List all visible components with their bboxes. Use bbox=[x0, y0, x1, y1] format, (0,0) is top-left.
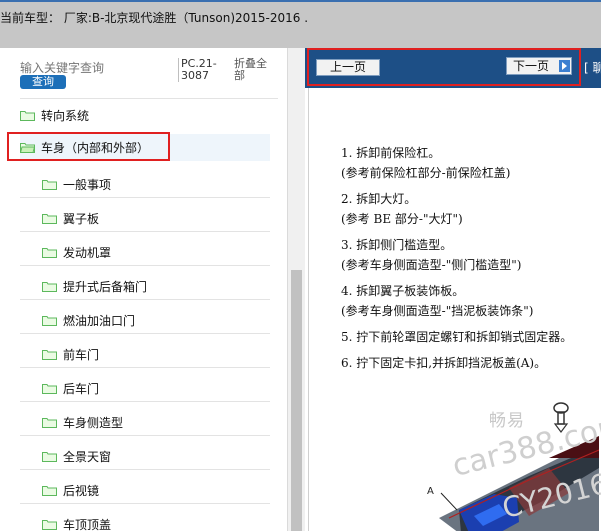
step-text: 2. 拆卸大灯。 bbox=[341, 192, 417, 206]
tree-child-label: 提升式后备箱门 bbox=[63, 279, 148, 294]
tree-child-label: 前车门 bbox=[63, 347, 100, 362]
step-text: 1. 拆卸前保险杠。 bbox=[341, 146, 441, 160]
tree-child-roof-cover[interactable]: 车顶顶盖 bbox=[20, 511, 270, 531]
tree-child-rear-door[interactable]: 后车门 bbox=[20, 375, 270, 402]
callout-label: A bbox=[427, 486, 434, 497]
next-page-label: 下一页 bbox=[513, 59, 550, 73]
step-text: 3. 拆卸侧门槛造型。 bbox=[341, 238, 453, 252]
pc-code-label: PC.21-3087 bbox=[178, 58, 221, 82]
tree-child-label: 后车门 bbox=[63, 381, 100, 396]
tree-child-label: 后视镜 bbox=[63, 483, 100, 498]
current-model-title: 当前车型： 厂家:B-北京现代途胜（Tunson)2015-2016 . bbox=[0, 11, 309, 25]
folder-open-icon bbox=[20, 143, 35, 153]
tree-child-label: 车身侧造型 bbox=[63, 415, 124, 430]
tree-child-body-side-molding[interactable]: 车身侧造型 bbox=[20, 409, 270, 436]
step-sub: (参考前保险杠部分-前保险杠盖) bbox=[341, 166, 511, 180]
next-page-button[interactable]: 下一页 bbox=[506, 57, 572, 75]
left-panel: 查询 PC.21-3087 折叠全部 转向系统 车身（内部和外部） 一般事项 翼… bbox=[0, 48, 305, 531]
folder-icon bbox=[42, 519, 57, 530]
divider bbox=[20, 98, 278, 99]
search-button[interactable]: 查询 bbox=[20, 75, 66, 89]
tree-child-general[interactable]: 一般事项 bbox=[20, 171, 270, 198]
document-panel: 上一页 下一页 [ 聊 1. 拆卸前保险杠。 (参考前保险杠部分-前保险杠盖) … bbox=[305, 48, 601, 531]
folder-icon bbox=[42, 247, 57, 258]
prev-page-button[interactable]: 上一页 bbox=[316, 59, 380, 76]
tree-child-label: 一般事项 bbox=[63, 177, 112, 192]
step-text: 5. 拧下前轮罩固定螺钉和拆卸销式固定器。 bbox=[341, 330, 573, 344]
tree-child-front-door[interactable]: 前车门 bbox=[20, 341, 270, 368]
tree-child-label: 翼子板 bbox=[63, 211, 100, 226]
tree-child-label: 全景天窗 bbox=[63, 449, 112, 464]
tree-child-liftgate[interactable]: 提升式后备箱门 bbox=[20, 273, 270, 300]
folder-icon bbox=[42, 315, 57, 326]
document-content: 1. 拆卸前保险杠。 (参考前保险杠部分-前保险杠盖) 2. 拆卸大灯。 (参考… bbox=[308, 88, 601, 531]
side-label: [ 聊 bbox=[584, 61, 601, 75]
folder-icon bbox=[42, 349, 57, 360]
tree-item-body[interactable]: 车身（内部和外部） bbox=[20, 134, 270, 161]
tree-child-panoramic-sunroof[interactable]: 全景天窗 bbox=[20, 443, 270, 470]
folder-icon bbox=[42, 485, 57, 496]
folder-icon bbox=[20, 111, 35, 121]
step-item: 1. 拆卸前保险杠。 (参考前保险杠部分-前保险杠盖) bbox=[341, 144, 510, 181]
search-input[interactable] bbox=[20, 60, 170, 76]
search-box bbox=[20, 60, 170, 76]
step-item: 5. 拧下前轮罩固定螺钉和拆卸销式固定器。 bbox=[341, 328, 572, 345]
scrollbar-thumb[interactable] bbox=[291, 270, 302, 531]
tree-child-mirror[interactable]: 后视镜 bbox=[20, 477, 270, 504]
tree-child-fuel-door[interactable]: 燃油加油口门 bbox=[20, 307, 270, 334]
tree-item-label: 车身（内部和外部） bbox=[41, 141, 150, 155]
step-text: 6. 拧下固定卡扣,并拆卸挡泥板盖(A)。 bbox=[341, 356, 547, 370]
step-sub: (参考 BE 部分-"大灯") bbox=[341, 212, 463, 226]
watermark-text: 畅易 bbox=[489, 411, 525, 431]
tree-item-steering[interactable]: 转向系统 bbox=[20, 102, 270, 129]
folder-icon bbox=[42, 281, 57, 292]
folder-icon bbox=[42, 451, 57, 462]
collapse-all-link[interactable]: 折叠全部 bbox=[234, 58, 272, 82]
step-item: 4. 拆卸翼子板装饰板。 (参考车身侧面造型-"挡泥板装饰条") bbox=[341, 282, 533, 319]
tree-child-hood[interactable]: 发动机罩 bbox=[20, 239, 270, 266]
folder-icon bbox=[42, 179, 57, 190]
left-scrollbar[interactable] bbox=[287, 48, 305, 531]
tree-child-label: 车顶顶盖 bbox=[63, 517, 112, 531]
tree-child-fender[interactable]: 翼子板 bbox=[20, 205, 270, 232]
folder-icon bbox=[42, 383, 57, 394]
arrow-right-icon bbox=[559, 60, 570, 72]
tree-child-label: 燃油加油口门 bbox=[63, 313, 136, 328]
step-item: 3. 拆卸侧门槛造型。 (参考车身侧面造型-"侧门槛造型") bbox=[341, 236, 521, 273]
step-sub: (参考车身侧面造型-"侧门槛造型") bbox=[341, 258, 522, 272]
tree-child-label: 发动机罩 bbox=[63, 245, 112, 260]
step-sub: (参考车身侧面造型-"挡泥板装饰条") bbox=[341, 304, 534, 318]
step-item: 6. 拧下固定卡扣,并拆卸挡泥板盖(A)。 bbox=[341, 354, 546, 371]
document-nav-bar: 上一页 下一页 [ 聊 bbox=[305, 48, 601, 88]
folder-icon bbox=[42, 213, 57, 224]
folder-icon bbox=[42, 417, 57, 428]
step-text: 4. 拆卸翼子板装饰板。 bbox=[341, 284, 465, 298]
step-item: 2. 拆卸大灯。 (参考 BE 部分-"大灯") bbox=[341, 190, 463, 227]
top-header: 当前车型： 厂家:B-北京现代途胜（Tunson)2015-2016 . bbox=[0, 0, 601, 48]
tree-item-label: 转向系统 bbox=[41, 109, 90, 123]
